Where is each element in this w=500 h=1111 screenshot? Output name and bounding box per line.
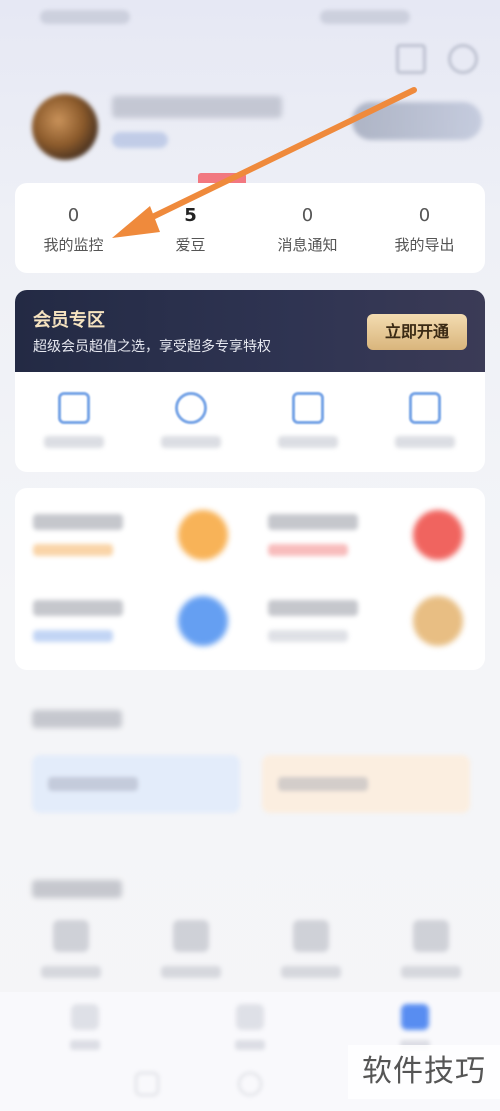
feature-icon: [178, 596, 228, 646]
stat-idol[interactable]: 5 爱豆: [132, 183, 249, 255]
tile-label: [278, 777, 368, 791]
stat-label: 消息通知: [277, 236, 338, 254]
member-subtitle: 超级会员超值之选，享受超多专享特权: [33, 339, 271, 355]
section-title: [32, 710, 122, 728]
feature-block-4[interactable]: [250, 580, 475, 660]
feature-block-2[interactable]: [250, 494, 475, 574]
quick-entry-label: [43, 436, 104, 448]
stat-notifications[interactable]: 0 消息通知: [249, 183, 366, 255]
chat-icon: [408, 392, 441, 424]
user-badge: [112, 132, 168, 148]
quick-entry-1[interactable]: [15, 392, 132, 448]
feature-title: [33, 514, 123, 530]
quick-entry-4[interactable]: [366, 392, 483, 448]
stat-my-monitor[interactable]: 0 我的监控: [15, 183, 132, 255]
feature-title: [33, 600, 123, 616]
stat-value: 0: [301, 205, 314, 226]
stat-label: 我的导出: [394, 236, 455, 254]
tool-label: [280, 966, 341, 978]
feature-subtitle: [33, 544, 113, 556]
home-icon: [71, 1004, 99, 1030]
feature-icon: [178, 510, 228, 560]
feature-subtitle: [33, 630, 113, 642]
member-title: 会员专区: [33, 310, 105, 331]
username: [112, 96, 282, 118]
system-home-button[interactable]: [238, 1072, 262, 1096]
avatar[interactable]: [32, 94, 98, 160]
feature-subtitle: [268, 630, 348, 642]
tile-label: [48, 777, 138, 791]
tool-label: [160, 966, 221, 978]
scan-icon[interactable]: [396, 44, 426, 74]
stats-card: 0 我的监控 5 爱豆 0 消息通知 0 我的导出: [15, 183, 485, 273]
feature-subtitle: [268, 544, 348, 556]
system-back-button[interactable]: [135, 1072, 159, 1096]
watermark: 软件技巧: [348, 1045, 500, 1099]
stat-value: 0: [67, 205, 80, 226]
quick-entry-3[interactable]: [249, 392, 366, 448]
tool-icon: [292, 920, 329, 952]
tool-item-3[interactable]: [252, 920, 369, 978]
tool-item-4[interactable]: [372, 920, 489, 978]
feature-title: [268, 600, 358, 616]
stat-label: 爱豆: [175, 236, 206, 254]
document-icon: [57, 392, 90, 424]
feature-icon: [413, 510, 463, 560]
quick-entry-label: [394, 436, 455, 448]
vip-status-pill[interactable]: [352, 102, 482, 140]
nav-discover[interactable]: [230, 1004, 270, 1060]
section-tile-1[interactable]: [32, 755, 240, 813]
section-tile-2[interactable]: [262, 755, 470, 813]
feature-block-3[interactable]: [15, 580, 240, 660]
quick-entry-label: [160, 436, 221, 448]
stat-my-exports[interactable]: 0 我的导出: [366, 183, 483, 255]
tool-item-2[interactable]: [132, 920, 249, 978]
tool-label: [40, 966, 101, 978]
nav-home[interactable]: [65, 1004, 105, 1060]
open-membership-button[interactable]: 立即开通: [367, 314, 467, 350]
quick-entry-label: [277, 436, 338, 448]
feature-card: [15, 488, 485, 670]
tool-icon: [412, 920, 449, 952]
discover-icon: [236, 1004, 264, 1030]
stat-value: 0: [418, 205, 431, 226]
tool-icon: [172, 920, 209, 952]
quick-entries: [15, 372, 485, 472]
tool-item-1[interactable]: [12, 920, 129, 978]
user-icon: [174, 392, 207, 424]
feature-block-1[interactable]: [15, 494, 240, 574]
nav-label: [70, 1040, 100, 1050]
quick-entry-2[interactable]: [132, 392, 249, 448]
status-bar: [0, 8, 500, 28]
settings-icon[interactable]: [448, 44, 478, 74]
tool-label: [400, 966, 461, 978]
feature-icon: [413, 596, 463, 646]
feature-title: [268, 514, 358, 530]
clipboard-icon: [291, 392, 324, 424]
stat-value: 5: [184, 205, 197, 226]
tool-icon: [52, 920, 89, 952]
member-banner: 会员专区 超级会员超值之选，享受超多专享特权 立即开通: [15, 290, 485, 372]
profile-icon: [401, 1004, 429, 1030]
stat-label: 我的监控: [43, 236, 104, 254]
section-title: [32, 880, 122, 898]
status-bar-left: [40, 10, 130, 24]
status-bar-right: [320, 10, 410, 24]
nav-label: [235, 1040, 265, 1050]
